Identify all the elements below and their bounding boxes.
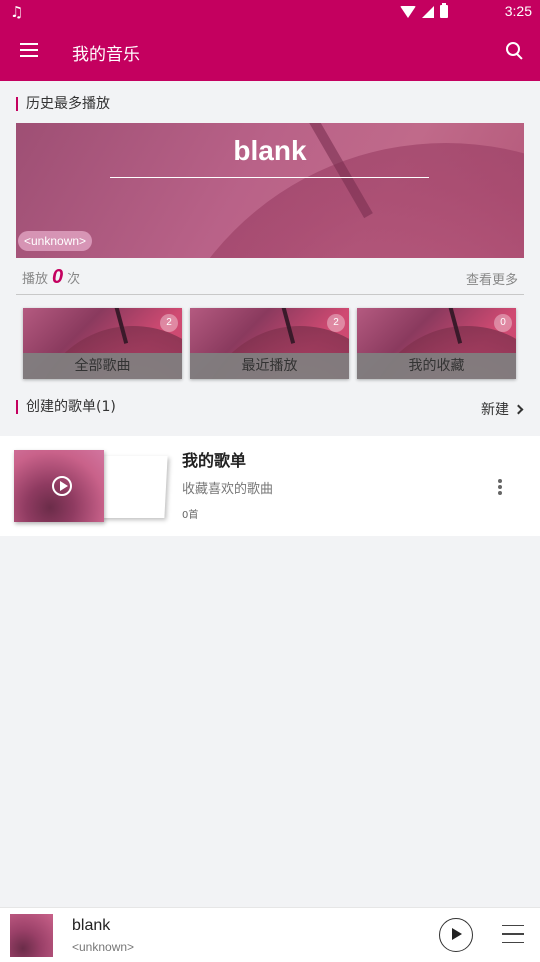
battery-icon [440, 3, 448, 18]
menu-icon[interactable] [20, 43, 38, 57]
search-icon[interactable] [506, 42, 524, 60]
now-playing-thumbnail [10, 914, 53, 957]
play-count-suffix: 次 [67, 272, 81, 287]
tile-label: 我的收藏 [357, 353, 516, 379]
play-count-prefix: 播放 [22, 272, 49, 287]
cover-art [14, 450, 104, 522]
count-badge: 0 [494, 314, 512, 332]
top-song-artist: <unknown> [18, 231, 93, 251]
now-playing-title: blank [72, 917, 111, 934]
divider [16, 294, 524, 295]
tile-all-songs[interactable]: 2 全部歌曲 [23, 308, 182, 379]
tile-favorites[interactable]: 0 我的收藏 [357, 308, 516, 379]
now-playing-artist: <unknown> [72, 940, 135, 954]
tile-label: 最近播放 [190, 353, 349, 379]
history-section-title: 历史最多播放 [16, 97, 110, 111]
more-vert-icon[interactable] [498, 479, 502, 495]
top-played-banner[interactable]: blank <unknown> [16, 123, 524, 258]
play-count: 播放 0 次 [22, 266, 80, 289]
playlist-name: 我的歌单 [182, 451, 247, 470]
mini-player[interactable]: blank <unknown> [0, 907, 540, 962]
page-title: 我的音乐 [72, 45, 140, 65]
queue-icon[interactable] [502, 925, 524, 943]
new-playlist-button[interactable]: 新建 [481, 399, 524, 419]
app-bar: 我的音乐 [0, 24, 540, 81]
see-more-link[interactable]: 查看更多 [466, 269, 518, 288]
record-sleeve [100, 456, 168, 518]
music-note-icon: ♫ [10, 3, 24, 21]
play-button[interactable] [439, 918, 473, 952]
play-icon [52, 476, 72, 496]
playlist-song-count: 0首 [182, 510, 199, 521]
status-bar: ♫ 3:25 [0, 0, 540, 24]
status-time: 3:25 [504, 3, 532, 19]
chevron-right-icon [513, 404, 524, 414]
count-badge: 2 [160, 314, 178, 332]
playlist-cover [14, 450, 168, 522]
tile-recent-plays[interactable]: 2 最近播放 [190, 308, 349, 379]
title-underline [110, 177, 429, 178]
tile-label: 全部歌曲 [23, 353, 182, 379]
playlist-item[interactable]: 我的歌单 收藏喜欢的歌曲 0首 [0, 436, 540, 536]
status-icons [400, 3, 448, 18]
wifi-icon [400, 5, 416, 18]
play-count-number: 0 [52, 266, 64, 288]
created-playlists-title: 创建的歌单(1) [16, 400, 116, 414]
top-song-title: blank [233, 135, 307, 166]
count-badge: 2 [327, 314, 345, 332]
playlist-description: 收藏喜欢的歌曲 [182, 482, 274, 497]
signal-icon [422, 5, 434, 18]
new-playlist-label: 新建 [481, 402, 509, 418]
